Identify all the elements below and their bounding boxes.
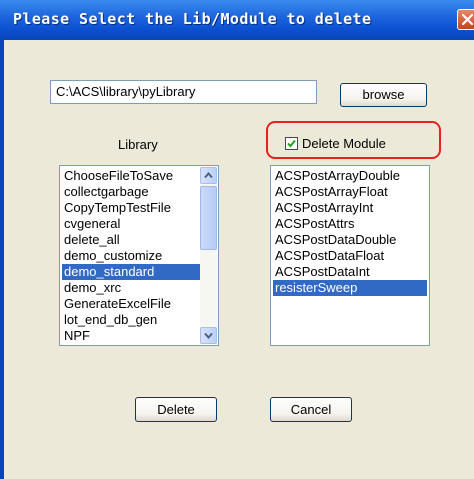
close-icon (462, 14, 473, 25)
window-title: Please Select the Lib/Module to delete (13, 10, 372, 28)
module-list-item[interactable]: ACSPostAttrs (273, 216, 427, 232)
delete-button[interactable]: Delete (135, 397, 217, 422)
library-scrollbar[interactable] (200, 167, 217, 344)
library-list-item[interactable]: ChooseFileToSave (62, 168, 200, 184)
library-list-item[interactable]: NPF (62, 328, 200, 344)
library-list-item[interactable]: collectgarbage (62, 184, 200, 200)
cancel-button[interactable]: Cancel (270, 397, 352, 422)
arrow-up-icon (204, 172, 213, 179)
module-list-item[interactable]: ACSPostDataFloat (273, 248, 427, 264)
browse-button[interactable]: browse (340, 83, 427, 107)
module-list-item[interactable]: ACSPostDataDouble (273, 232, 427, 248)
title-bar[interactable]: Please Select the Lib/Module to delete (0, 0, 474, 40)
check-icon (287, 139, 296, 148)
module-list-item[interactable]: ACSPostDataInt (273, 264, 427, 280)
library-list-item[interactable]: lot_end_db_gen (62, 312, 200, 328)
scroll-down-button[interactable] (200, 327, 217, 344)
dialog-window: Please Select the Lib/Module to delete C… (0, 0, 474, 479)
module-list[interactable]: ACSPostArrayDouble ACSPostArrayFloat ACSPo… (270, 165, 430, 346)
window-frame-left (0, 40, 4, 479)
library-path-input[interactable]: C:\ACS\library\pyLibrary (50, 80, 317, 104)
delete-module-checkbox[interactable] (285, 137, 298, 150)
library-label: Library (118, 137, 158, 152)
scroll-up-button[interactable] (200, 167, 217, 184)
scroll-thumb[interactable] (200, 186, 217, 250)
library-list-item[interactable]: cvgeneral (62, 216, 200, 232)
library-list-item[interactable]: demo_xrc (62, 280, 200, 296)
library-list-item[interactable]: CopyTempTestFile (62, 200, 200, 216)
module-list-item[interactable]: ACSPostArrayDouble (273, 168, 427, 184)
module-list-item[interactable]: ACSPostArrayInt (273, 200, 427, 216)
module-list-item[interactable]: ACSPostArrayFloat (273, 184, 427, 200)
library-list-item[interactable]: demo_customize (62, 248, 200, 264)
close-button[interactable] (457, 9, 474, 30)
library-list-item[interactable]: demo_standard (62, 264, 200, 280)
delete-module-label: Delete Module (302, 136, 386, 151)
module-list-item[interactable]: resisterSweep (273, 280, 427, 296)
arrow-down-icon (204, 332, 213, 339)
library-list-item[interactable]: delete_all (62, 232, 200, 248)
library-list[interactable]: ChooseFileToSave collectgarbage CopyTempTe… (59, 165, 219, 346)
library-list-item[interactable]: GenerateExcelFile (62, 296, 200, 312)
